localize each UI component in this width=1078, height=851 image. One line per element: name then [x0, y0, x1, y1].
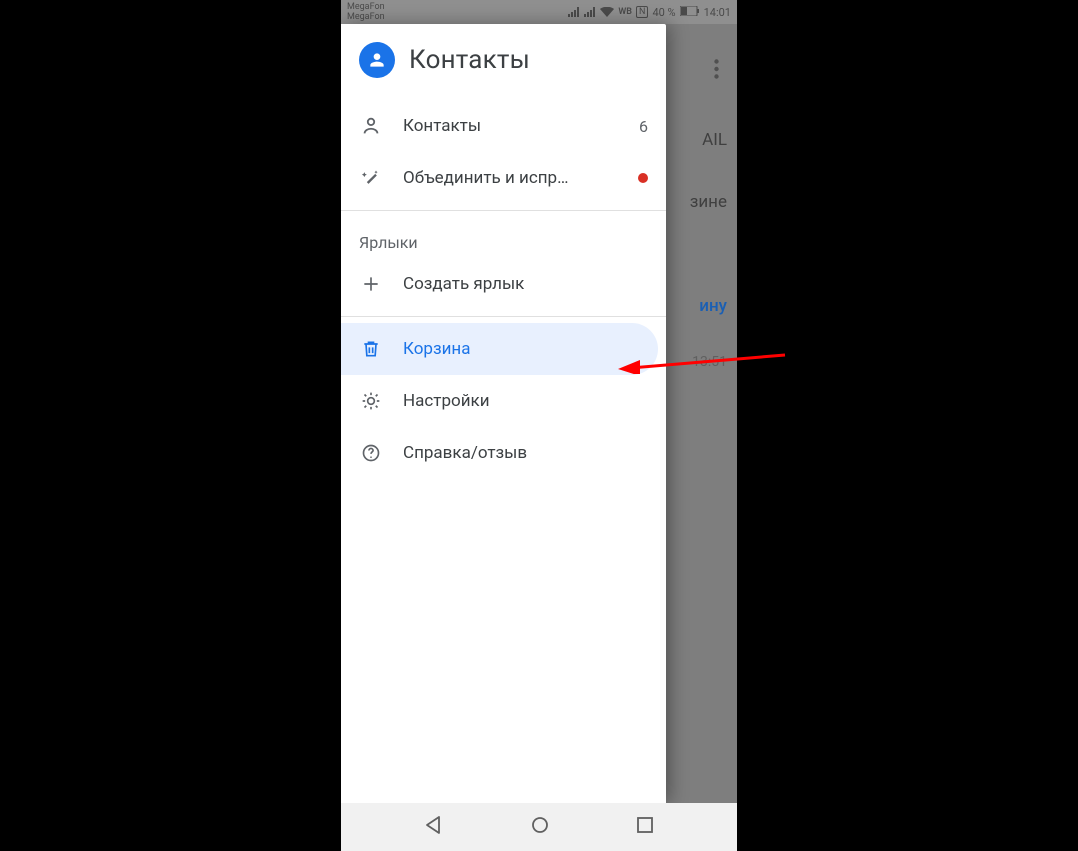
- bg-text-time: 13:51: [692, 354, 727, 370]
- bg-text-link: ину: [699, 296, 727, 316]
- carrier-label-2: MegaFon: [347, 12, 385, 22]
- nav-item-contacts[interactable]: Контакты 6: [341, 100, 666, 152]
- nfc-icon: N: [636, 6, 648, 18]
- magic-wand-icon: [359, 168, 383, 188]
- battery-label: 40 %: [652, 6, 675, 19]
- battery-icon: [680, 6, 700, 19]
- contacts-app-icon: [359, 42, 395, 78]
- nav-item-label: Корзина: [403, 339, 640, 359]
- divider: [341, 316, 666, 317]
- clock-label: 14:01: [704, 6, 731, 19]
- nav-item-label: Настройки: [403, 391, 648, 411]
- wb-label: WB: [618, 7, 632, 17]
- person-icon: [359, 115, 383, 137]
- trash-icon: [359, 339, 383, 359]
- bg-text-1: зине: [690, 192, 727, 212]
- carrier-label-1: MegaFon: [347, 2, 385, 12]
- navigation-drawer: Контакты Контакты 6 Объединить и испр… Я…: [341, 24, 666, 803]
- nav-item-settings[interactable]: Настройки: [341, 375, 666, 427]
- status-bar: MegaFon MegaFon WB N 40 % 14:01: [341, 0, 737, 24]
- phone-frame: MegaFon MegaFon WB N 40 % 14:01 AIL: [341, 0, 737, 851]
- nav-item-label: Контакты: [403, 116, 619, 136]
- more-icon[interactable]: [714, 59, 719, 85]
- notification-dot-icon: [638, 173, 648, 183]
- bg-text-tab: AIL: [702, 130, 727, 150]
- gear-icon: [359, 391, 383, 411]
- signal-icon-2: [584, 7, 596, 17]
- plus-icon: [359, 274, 383, 294]
- help-icon: [359, 443, 383, 463]
- signal-icon-1: [568, 7, 580, 17]
- wifi-icon: [600, 7, 614, 17]
- nav-item-create-label[interactable]: Создать ярлык: [341, 258, 666, 310]
- nav-item-trash[interactable]: Корзина: [341, 323, 658, 375]
- recents-button[interactable]: [636, 816, 654, 838]
- home-button[interactable]: [530, 815, 550, 839]
- nav-item-label: Создать ярлык: [403, 274, 648, 294]
- android-nav-bar: [341, 803, 737, 851]
- drawer-header: Контакты: [341, 24, 666, 100]
- nav-item-merge-fix[interactable]: Объединить и испр…: [341, 152, 666, 204]
- nav-item-label: Справка/отзыв: [403, 443, 648, 463]
- back-button[interactable]: [424, 815, 444, 839]
- nav-item-help[interactable]: Справка/отзыв: [341, 427, 666, 479]
- nav-item-label: Объединить и испр…: [403, 168, 618, 188]
- labels-section-header: Ярлыки: [341, 217, 666, 258]
- contacts-count: 6: [639, 117, 648, 136]
- divider: [341, 210, 666, 211]
- app-title: Контакты: [409, 45, 530, 75]
